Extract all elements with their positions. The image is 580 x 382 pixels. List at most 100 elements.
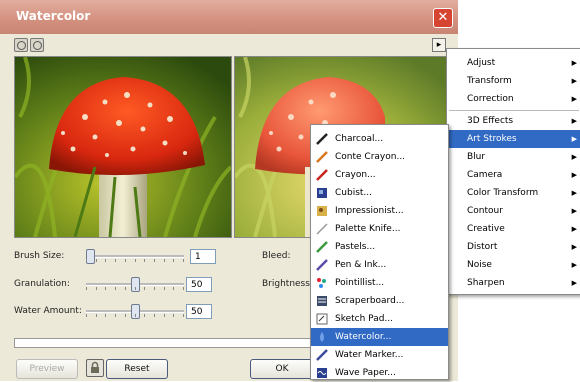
menu-item-label: Creative: [467, 224, 505, 234]
menu-item-label: Blur: [467, 152, 486, 162]
slider-tick: [125, 259, 126, 262]
slider-tick: [115, 314, 116, 317]
close-button[interactable]: ✕: [433, 8, 453, 28]
menu-item-art-strokes[interactable]: Art Strokes ▶: [447, 130, 580, 148]
slider-tick: [173, 259, 174, 262]
close-icon: ✕: [437, 10, 449, 25]
lock-icon: [91, 361, 99, 373]
slider-tick: [173, 287, 174, 290]
pastels-icon: [316, 241, 328, 253]
menu-item-label: Charcoal...: [335, 134, 384, 144]
zoom-out-icon: [33, 41, 42, 50]
menu-item-label: Watercolor...: [335, 332, 392, 342]
menu-item-label: Sketch Pad...: [335, 314, 394, 324]
menu-separator: [449, 110, 579, 111]
menu-item-label: Color Transform: [467, 188, 539, 198]
submenu-arrow-icon: ▶: [571, 279, 577, 287]
menu-item-color-transform[interactable]: Color Transform ▶: [447, 184, 580, 202]
lock-preview-button[interactable]: [86, 359, 104, 377]
palette-knife-icon: [316, 223, 328, 235]
menu-item-label: Camera: [467, 170, 503, 180]
menu-item-label: Conte Crayon...: [335, 152, 406, 162]
bleed-label: Bleed:: [262, 251, 291, 261]
menu-item-label: Crayon...: [335, 170, 376, 180]
reset-button[interactable]: Reset: [106, 359, 168, 379]
brush-size-input[interactable]: 1: [190, 249, 216, 264]
zoom-out-button[interactable]: [30, 38, 44, 52]
menu-item-3d-effects[interactable]: 3D Effects ▶: [447, 112, 580, 130]
menu-item-watercolor[interactable]: Watercolor...: [311, 328, 448, 346]
slider-tick: [183, 259, 184, 262]
slider-tick: [183, 287, 184, 290]
water-amount-input[interactable]: 50: [186, 304, 212, 319]
ok-button[interactable]: OK: [250, 359, 314, 379]
brush-size-slider[interactable]: [86, 249, 184, 264]
menu-item-label: 3D Effects: [467, 116, 514, 126]
submenu-arrow-icon: ▶: [571, 153, 577, 161]
title-bar[interactable]: Watercolor ✕: [0, 0, 458, 34]
submenu-arrow-icon: ▶: [571, 59, 577, 67]
mushroom-original-image: [15, 57, 231, 237]
zoom-in-button[interactable]: [14, 38, 28, 52]
preview-button[interactable]: Preview: [16, 359, 78, 379]
slider-tick: [115, 259, 116, 262]
menu-item-correction[interactable]: Correction ▶: [447, 90, 580, 108]
menu-item-palette-knife[interactable]: Palette Knife...: [311, 220, 448, 238]
submenu-arrow-icon: ▶: [571, 117, 577, 125]
impressionist-icon: [317, 206, 327, 216]
submenu-arrow-icon: ▶: [571, 135, 577, 143]
arrow-right-icon: ▸: [436, 40, 442, 50]
options-button[interactable]: ▸: [432, 38, 446, 52]
menu-item-wave-paper[interactable]: Wave Paper...: [311, 364, 448, 382]
menu-item-scraperboard[interactable]: Scraperboard...: [311, 292, 448, 310]
submenu-arrow-icon: ▶: [571, 225, 577, 233]
menu-item-label: Scraperboard...: [335, 296, 405, 306]
slider-thumb[interactable]: [86, 249, 95, 264]
pen-ink-icon: [316, 259, 328, 271]
menu-item-label: Sharpen: [467, 278, 505, 288]
menu-item-label: Pen & Ink...: [335, 260, 387, 270]
menu-item-label: Adjust: [467, 58, 496, 68]
slider-tick: [144, 259, 145, 262]
menu-item-transform[interactable]: Transform ▶: [447, 72, 580, 90]
menu-item-creative[interactable]: Creative ▶: [447, 220, 580, 238]
granulation-slider[interactable]: [86, 277, 184, 292]
menu-item-camera[interactable]: Camera ▶: [447, 166, 580, 184]
submenu-arrow-icon: ▶: [571, 207, 577, 215]
menu-item-pastels[interactable]: Pastels...: [311, 238, 448, 256]
sketch-pad-icon: [316, 313, 328, 325]
menu-item-blur[interactable]: Blur ▶: [447, 148, 580, 166]
slider-tick: [125, 287, 126, 290]
menu-item-contour[interactable]: Contour ▶: [447, 202, 580, 220]
art-strokes-submenu: Charcoal... Conte Crayon... Crayon... Cu…: [310, 124, 449, 380]
menu-item-impressionist[interactable]: Impressionist...: [311, 202, 448, 220]
submenu-arrow-icon: ▶: [571, 77, 577, 85]
granulation-label: Granulation:: [14, 279, 70, 289]
menu-item-pointillist[interactable]: Pointillist...: [311, 274, 448, 292]
slider-tick: [173, 314, 174, 317]
progress-bar: [14, 338, 316, 348]
menu-item-sketch-pad[interactable]: Sketch Pad...: [311, 310, 448, 328]
menu-item-label: Distort: [467, 242, 498, 252]
original-preview[interactable]: [14, 56, 232, 238]
menu-item-crayon[interactable]: Crayon...: [311, 166, 448, 184]
slider-tick: [164, 259, 165, 262]
menu-item-water-marker[interactable]: Water Marker...: [311, 346, 448, 364]
menu-item-charcoal[interactable]: Charcoal...: [311, 130, 448, 148]
menu-item-cubist[interactable]: Cubist...: [311, 184, 448, 202]
submenu-arrow-icon: ▶: [571, 189, 577, 197]
menu-item-sharpen[interactable]: Sharpen ▶: [447, 274, 580, 292]
menu-item-conte-crayon[interactable]: Conte Crayon...: [311, 148, 448, 166]
menu-item-adjust[interactable]: Adjust ▶: [447, 54, 580, 72]
slider-tick: [125, 314, 126, 317]
submenu-arrow-icon: ▶: [571, 261, 577, 269]
slider-tick: [164, 314, 165, 317]
menu-item-distort[interactable]: Distort ▶: [447, 238, 580, 256]
submenu-arrow-icon: ▶: [571, 171, 577, 179]
menu-item-noise[interactable]: Noise ▶: [447, 256, 580, 274]
menu-item-pen-ink[interactable]: Pen & Ink...: [311, 256, 448, 274]
water-amount-slider[interactable]: [86, 304, 184, 319]
slider-tick: [144, 287, 145, 290]
granulation-input[interactable]: 50: [186, 277, 212, 292]
slider-tick: [154, 259, 155, 262]
